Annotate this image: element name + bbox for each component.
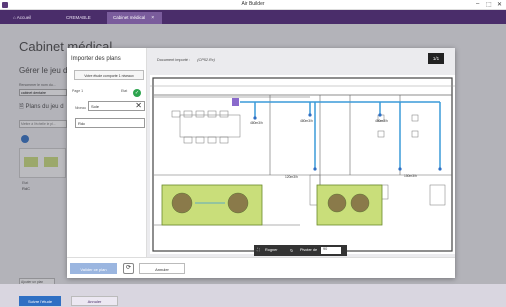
import-single-button[interactable]: Votre étude comporte 1 niveaux xyxy=(74,70,144,80)
page-status: Etat xyxy=(121,89,128,93)
close-tab-icon[interactable]: × xyxy=(151,15,154,21)
minimize-icon[interactable]: – xyxy=(476,1,479,7)
rotate-icon[interactable]: ↻ xyxy=(290,248,293,253)
dialog-footer: Valider ce plan ⟳ Annuler xyxy=(67,257,455,278)
refresh-icon[interactable]: ⟳ xyxy=(123,263,134,274)
level-select[interactable]: Sole ✕ xyxy=(88,101,145,111)
rotate-angle-input[interactable]: 90 xyxy=(321,247,341,254)
level-label: Niveau xyxy=(75,106,86,110)
flow-label: 150m3/h xyxy=(404,174,417,178)
crop-label[interactable]: Rogner xyxy=(265,248,277,252)
flow-label: 480m3/h xyxy=(375,119,388,123)
plan-name-input[interactable]: Rdc xyxy=(75,118,145,128)
clear-icon[interactable]: ✕ xyxy=(135,101,142,110)
tab-bar: ⌂ Accueil CREMABLE Cabinet médical × xyxy=(0,10,506,24)
validate-plan-button[interactable]: Valider ce plan xyxy=(70,263,117,274)
maximize-icon[interactable]: ⬚ xyxy=(486,1,492,8)
document-label: Document importé : (CP52.Rc) xyxy=(157,58,215,62)
flow-label: 120m3/h xyxy=(285,175,298,179)
cancel-page-button[interactable]: Annuler xyxy=(71,296,118,306)
checkmark-icon: ✓ xyxy=(133,89,141,97)
vent-unit-icon xyxy=(232,98,239,106)
crop-icon[interactable]: ⛶ xyxy=(257,248,260,252)
dialog-title: Importer des plans xyxy=(71,56,121,62)
cancel-dialog-button[interactable]: Annuler xyxy=(139,263,185,274)
window-titlebar: Air Builder – ⬚ ✕ xyxy=(0,0,506,10)
window-title: Air Builder xyxy=(241,1,265,7)
close-icon[interactable]: ✕ xyxy=(497,1,502,8)
tab-cabinet-medical[interactable]: Cabinet médical × xyxy=(107,12,162,24)
bottom-bar: Suivre l'étude Annuler xyxy=(0,284,506,307)
page-row[interactable]: Page 1 Etat ✓ xyxy=(72,89,147,99)
floor-plan-drawing: 480m3/h 480m3/h 480m3/h 120m3/h 150m3/h xyxy=(150,77,455,252)
floor-plan-preview[interactable]: 480m3/h 480m3/h 480m3/h 120m3/h 150m3/h xyxy=(150,75,455,254)
continue-button[interactable]: Suivre l'étude xyxy=(19,296,61,306)
tab-accueil[interactable]: ⌂ Accueil xyxy=(8,12,60,24)
rotate-label: Pivoter de xyxy=(300,248,318,252)
tab-cremable[interactable]: CREMABLE xyxy=(60,12,107,24)
import-plans-dialog: Importer des plans Votre étude comporte … xyxy=(67,48,455,278)
plan-toolbar: ⛶ Rogner ↻ Pivoter de 90 xyxy=(254,245,347,256)
dialog-sidebar: Importer des plans Votre étude comporte … xyxy=(67,48,147,278)
page-label: Page 1 xyxy=(72,89,84,93)
page-counter[interactable]: 1/1 xyxy=(428,53,444,64)
flow-label: 480m3/h xyxy=(300,119,313,123)
dialog-preview: Document importé : (CP52.Rc) 1/1 480m3/h… xyxy=(147,48,455,278)
flow-label: 480m3/h xyxy=(250,121,263,125)
